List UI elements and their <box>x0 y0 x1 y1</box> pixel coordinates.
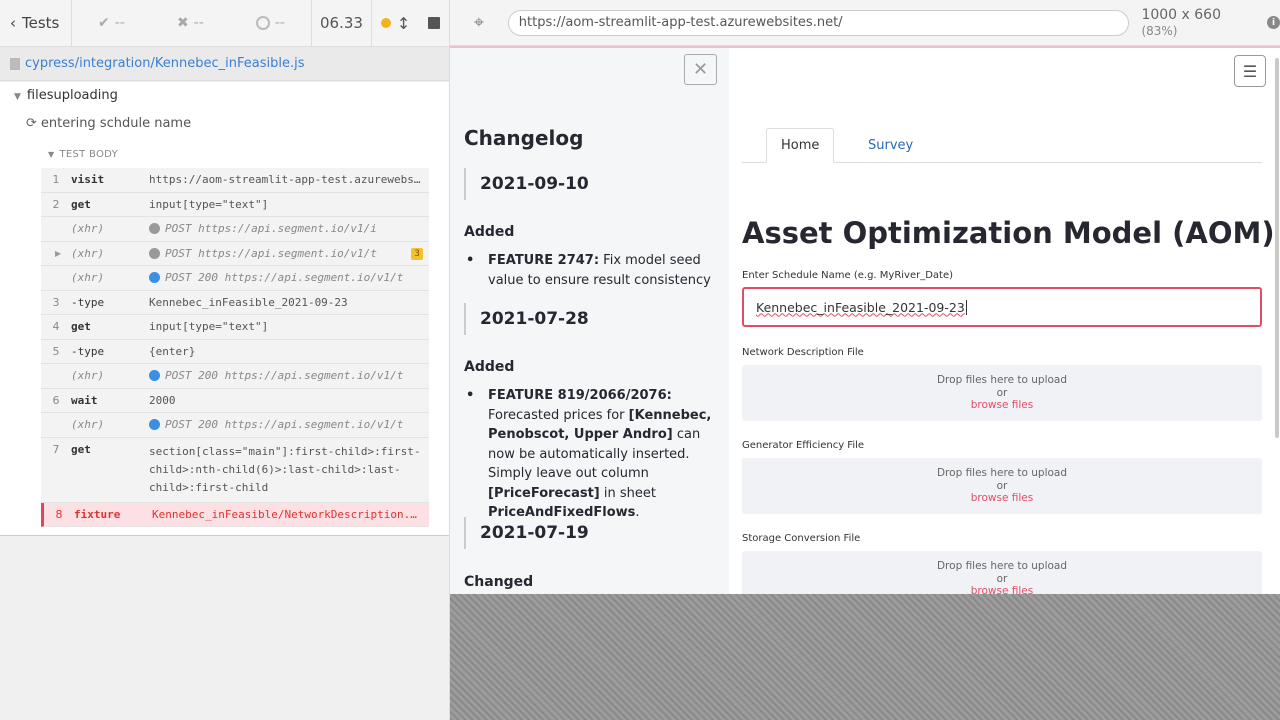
xhr-row[interactable]: (xhr) POST 200 https://api.segment.io/v1… <box>41 413 429 438</box>
runner-controls: ↕ <box>372 0 449 46</box>
browse-files-link[interactable]: browse files <box>742 585 1262 594</box>
url-bar[interactable]: https://aom-streamlit-app-test.azurewebs… <box>507 9 1130 36</box>
success-dot-icon <box>149 370 160 382</box>
test-title[interactable]: ⟳ entering schdule name <box>26 116 191 131</box>
command-row[interactable]: 2 get input[type="text"] <box>41 192 429 217</box>
tab-home[interactable]: Home <box>766 128 835 163</box>
changelog-item: FEATURE 819/2066/2076: Forecasted prices… <box>464 386 714 523</box>
caret-down-icon: ▼ <box>14 92 21 102</box>
count-badge: 3 <box>411 247 423 260</box>
tests-back-button[interactable]: ‹ Tests <box>0 0 72 46</box>
browse-files-link[interactable]: browse files <box>742 399 1262 412</box>
changelog-date: 2021-07-19 <box>464 517 589 549</box>
command-row[interactable]: 4 get input[type="text"] <box>41 315 429 340</box>
url-text: https://aom-streamlit-app-test.azurewebs… <box>518 15 843 30</box>
generator-efficiency-dropzone[interactable]: Drop files here to upload or browse file… <box>742 458 1262 514</box>
xhr-row[interactable]: (xhr) POST 200 https://api.segment.io/v1… <box>41 266 429 291</box>
xhr-row[interactable]: (xhr) POST 200 https://api.segment.io/v1… <box>41 364 429 389</box>
pending-stat: -- <box>255 15 285 31</box>
storage-conversion-label: Storage Conversion File <box>742 533 861 544</box>
page-title: Asset Optimization Model (AOM) <box>742 216 1275 250</box>
arrows-vertical-icon: ↕ <box>396 13 411 33</box>
main-menu-button[interactable]: ☰ <box>1234 55 1266 87</box>
pending-circle-icon <box>255 16 270 30</box>
changelog-item: FEATURE 2747: Fix model seed value to en… <box>464 251 714 290</box>
command-row[interactable]: 3 -type Kennebec_inFeasible_2021-09-23 <box>41 290 429 315</box>
auto-scroll-toggle[interactable]: ↕ <box>380 13 411 33</box>
failed-command-row[interactable]: 8 fixture Kennebec_inFeasible/NetworkDes… <box>41 502 429 527</box>
suite-title[interactable]: ▼ filesuploading <box>14 88 118 103</box>
changelog-section: Added <box>464 224 515 240</box>
close-icon: ✕ <box>692 59 709 80</box>
pending-dot-icon <box>149 247 160 259</box>
viewport-info: 1000 x 660 (83%) <box>1141 6 1221 38</box>
tests-label: Tests <box>22 14 60 32</box>
duration: 06.33 <box>312 0 372 46</box>
close-sidebar-button[interactable]: ✕ <box>684 54 717 85</box>
running-indicator-icon <box>380 18 391 28</box>
network-description-label: Network Description File <box>742 347 864 358</box>
schedule-name-input[interactable]: Kennebec_inFeasible_2021-09-23 <box>742 287 1262 327</box>
spec-file-bar: cypress/integration/Kennebec_inFeasible.… <box>0 47 449 81</box>
changelog-section: Added <box>464 359 515 375</box>
browse-files-link[interactable]: browse files <box>742 492 1262 505</box>
command-log: ▼ filesuploading ⟳ entering schdule name ▼… <box>0 82 449 536</box>
check-icon: ✔ <box>98 15 110 31</box>
selector-playground-icon[interactable]: ⌖ <box>450 12 508 33</box>
streamlit-sidebar: ✕ Changelog 2021-09-10 Added FEATURE 274… <box>450 48 729 594</box>
app-under-test-frame: ✕ Changelog 2021-09-10 Added FEATURE 274… <box>450 46 1280 594</box>
storage-conversion-dropzone[interactable]: Drop files here to upload or browse file… <box>742 551 1262 594</box>
success-dot-icon <box>149 419 160 431</box>
runner-header: ‹ Tests ✔ -- ✖ -- -- 06.33 ↕ <box>0 0 449 47</box>
cypress-runner-panel: ‹ Tests ✔ -- ✖ -- -- 06.33 ↕ cypress/integ… <box>0 0 450 720</box>
scrollbar[interactable] <box>1275 58 1279 438</box>
changelog-section: Changed <box>464 574 534 590</box>
failed-stat: ✖ -- <box>176 15 204 31</box>
caret-down-icon: ▼ <box>48 150 55 159</box>
test-stats: ✔ -- ✖ -- -- <box>72 0 312 46</box>
tab-bar: Home Survey <box>742 128 1262 163</box>
command-row[interactable]: 1 visit https://aom-streamlit-app-test.a… <box>41 168 429 193</box>
pending-dot-icon <box>149 223 160 235</box>
refresh-icon: ⟳ <box>26 116 37 131</box>
network-description-dropzone[interactable]: Drop files here to upload or browse file… <box>742 365 1262 421</box>
schedule-name-label: Enter Schedule Name (e.g. MyRiver_Date) <box>742 270 954 281</box>
command-row[interactable]: 5 -type {enter} <box>41 339 429 364</box>
command-row[interactable]: 7 get section[class="main"]:first-child>… <box>41 437 429 503</box>
chevron-left-icon: ‹ <box>10 14 16 32</box>
changelog-date: 2021-07-28 <box>464 303 589 335</box>
spec-file-link[interactable]: cypress/integration/Kennebec_inFeasible.… <box>25 56 304 71</box>
generator-efficiency-label: Generator Efficiency File <box>742 440 865 451</box>
caret-right-icon[interactable]: ▶ <box>55 249 61 258</box>
file-icon <box>10 57 20 70</box>
viewport-backdrop <box>450 594 1280 720</box>
info-icon[interactable]: i <box>1267 16 1280 29</box>
stop-icon[interactable] <box>428 17 441 29</box>
changelog-title: Changelog <box>464 126 584 150</box>
aut-header: ⌖ https://aom-streamlit-app-test.azurewe… <box>450 0 1280 46</box>
hamburger-icon: ☰ <box>1242 61 1258 81</box>
test-body-label[interactable]: ▼ TEST BODY <box>48 149 118 160</box>
changelog-date: 2021-09-10 <box>464 168 589 200</box>
x-icon: ✖ <box>176 15 189 31</box>
tab-survey[interactable]: Survey <box>854 128 927 163</box>
passed-stat: ✔ -- <box>98 15 125 31</box>
text-cursor <box>965 299 967 315</box>
command-row[interactable]: 6 wait 2000 <box>41 388 429 413</box>
success-dot-icon <box>149 272 160 284</box>
xhr-row[interactable]: ▶ (xhr) POST https://api.segment.io/v1/t… <box>41 241 429 266</box>
xhr-row[interactable]: (xhr) POST https://api.segment.io/v1/i <box>41 217 429 242</box>
command-list: 1 visit https://aom-streamlit-app-test.a… <box>41 168 429 527</box>
